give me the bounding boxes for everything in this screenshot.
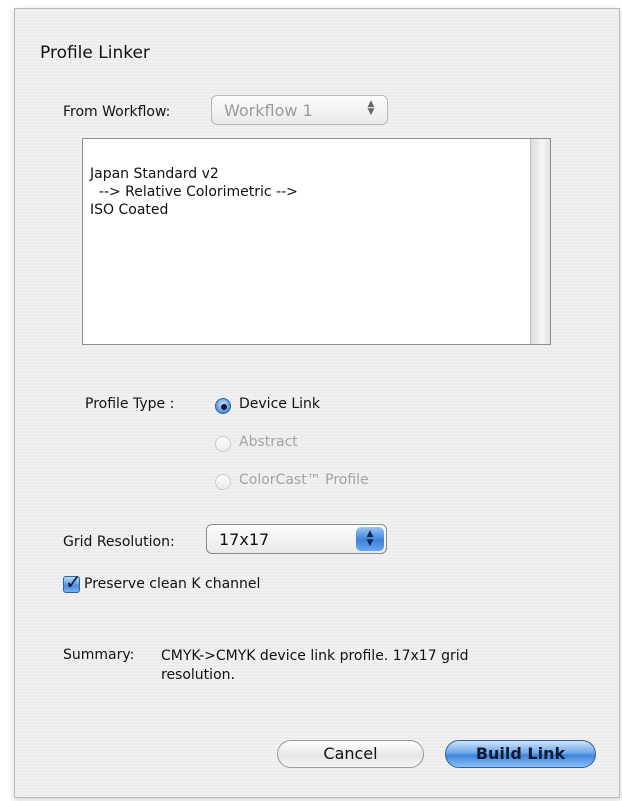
radio-device-link-label: Device Link (239, 396, 320, 412)
checkmark-icon: ✓ (65, 570, 82, 594)
cancel-button[interactable]: Cancel (277, 740, 424, 768)
summary-line-1: CMYK->CMYK device link profile. 17x17 gr… (161, 648, 469, 664)
preserve-k-checkbox[interactable]: ✓ (63, 570, 82, 594)
up-down-arrows-icon: ▲ ▼ (356, 527, 384, 551)
profile-line-intent: --> Relative Colorimetric --> (90, 184, 298, 200)
radio-colorcast-profile[interactable] (215, 474, 231, 490)
summary-text: CMYK->CMYK device link profile. 17x17 gr… (161, 647, 469, 685)
profile-chain-text-area[interactable]: Japan Standard v2 --> Relative Colorimet… (82, 138, 551, 345)
preserve-k-label: Preserve clean K channel (84, 576, 261, 592)
radio-abstract[interactable] (215, 436, 231, 452)
from-workflow-label: From Workflow: (63, 104, 171, 120)
grid-resolution-value: 17x17 (219, 530, 270, 549)
up-down-arrows-icon: ▲ ▼ (367, 99, 375, 117)
radio-colorcast-label: ColorCast™ Profile (239, 472, 369, 488)
grid-resolution-label: Grid Resolution: (63, 534, 175, 550)
profile-line-destination: ISO Coated (90, 202, 169, 218)
profile-linker-dialog: Profile Linker From Workflow: Workflow 1… (14, 8, 620, 798)
summary-label: Summary: (63, 647, 135, 663)
profile-line-source: Japan Standard v2 (90, 166, 219, 182)
build-link-button[interactable]: Build Link (445, 740, 596, 768)
workflow-popup[interactable]: Workflow 1 ▲ ▼ (211, 95, 388, 125)
summary-line-2: resolution. (161, 667, 235, 683)
vertical-scrollbar[interactable] (530, 139, 550, 344)
workflow-popup-value: Workflow 1 (224, 101, 313, 120)
grid-resolution-popup[interactable]: 17x17 ▲ ▼ (206, 524, 387, 554)
radio-abstract-label: Abstract (239, 434, 298, 450)
radio-device-link[interactable] (215, 398, 231, 414)
profile-type-label: Profile Type : (85, 396, 175, 412)
dialog-title: Profile Linker (40, 43, 150, 63)
